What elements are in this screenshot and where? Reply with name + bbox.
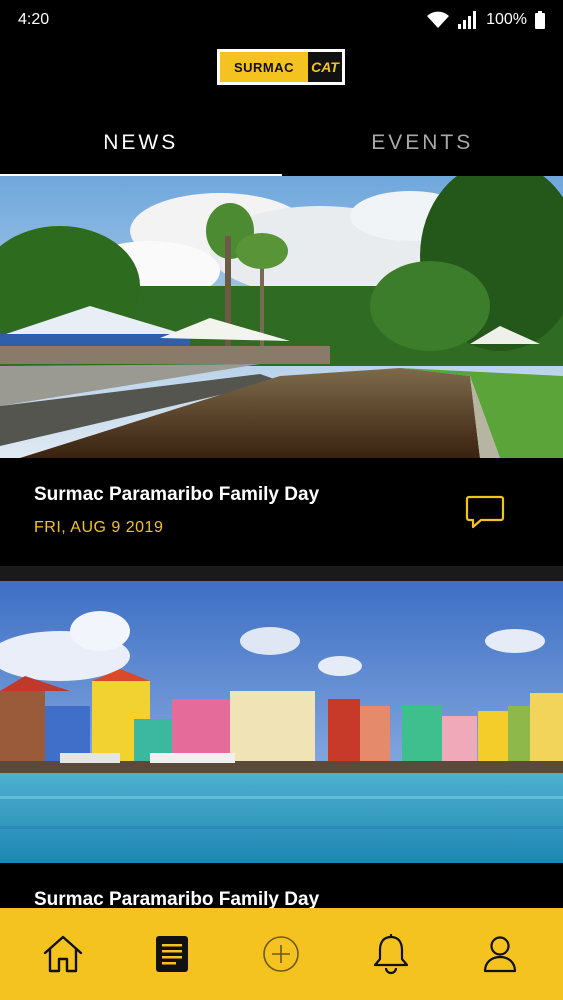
surmac-cat-logo: SURMAC CAT bbox=[217, 49, 345, 85]
battery-percent: 100% bbox=[486, 11, 527, 28]
colorful-waterfront-photo bbox=[0, 581, 563, 863]
card-title: Surmac Paramaribo Family Day bbox=[34, 484, 320, 505]
nav-home-button[interactable] bbox=[33, 924, 93, 984]
nav-add-button[interactable] bbox=[251, 924, 311, 984]
bottom-nav bbox=[0, 908, 563, 1000]
news-card[interactable]: Surmac Paramaribo Family Day bbox=[0, 581, 563, 908]
add-icon bbox=[263, 936, 300, 972]
tab-events[interactable]: EVENTS bbox=[282, 110, 563, 176]
status-bar: 4:20 100% bbox=[0, 0, 563, 40]
news-icon bbox=[156, 936, 189, 972]
battery-icon bbox=[535, 11, 545, 29]
news-card[interactable]: Surmac Paramaribo Family Day FRI, AUG 9 … bbox=[0, 176, 563, 566]
wifi-icon bbox=[427, 11, 450, 28]
comment-icon[interactable] bbox=[465, 494, 505, 530]
signal-icon bbox=[458, 11, 477, 29]
card-title: Surmac Paramaribo Family Day bbox=[34, 889, 320, 908]
status-time: 4:20 bbox=[18, 11, 50, 28]
nav-news-button[interactable] bbox=[142, 924, 202, 984]
tab-news[interactable]: NEWS bbox=[0, 110, 282, 176]
profile-icon bbox=[484, 936, 517, 973]
news-feed[interactable]: Surmac Paramaribo Family Day FRI, AUG 9 … bbox=[0, 176, 563, 908]
nav-profile-button[interactable] bbox=[470, 924, 530, 984]
card-date: FRI, AUG 9 2019 bbox=[34, 519, 164, 536]
home-icon bbox=[43, 935, 82, 973]
logo-surmac-text: SURMAC bbox=[220, 52, 308, 82]
park-canal-photo bbox=[0, 176, 563, 458]
bell-icon bbox=[373, 934, 408, 975]
logo-cat-text: CAT bbox=[308, 52, 342, 82]
nav-notifications-button[interactable] bbox=[361, 924, 421, 984]
tab-bar: NEWS EVENTS bbox=[0, 110, 563, 176]
